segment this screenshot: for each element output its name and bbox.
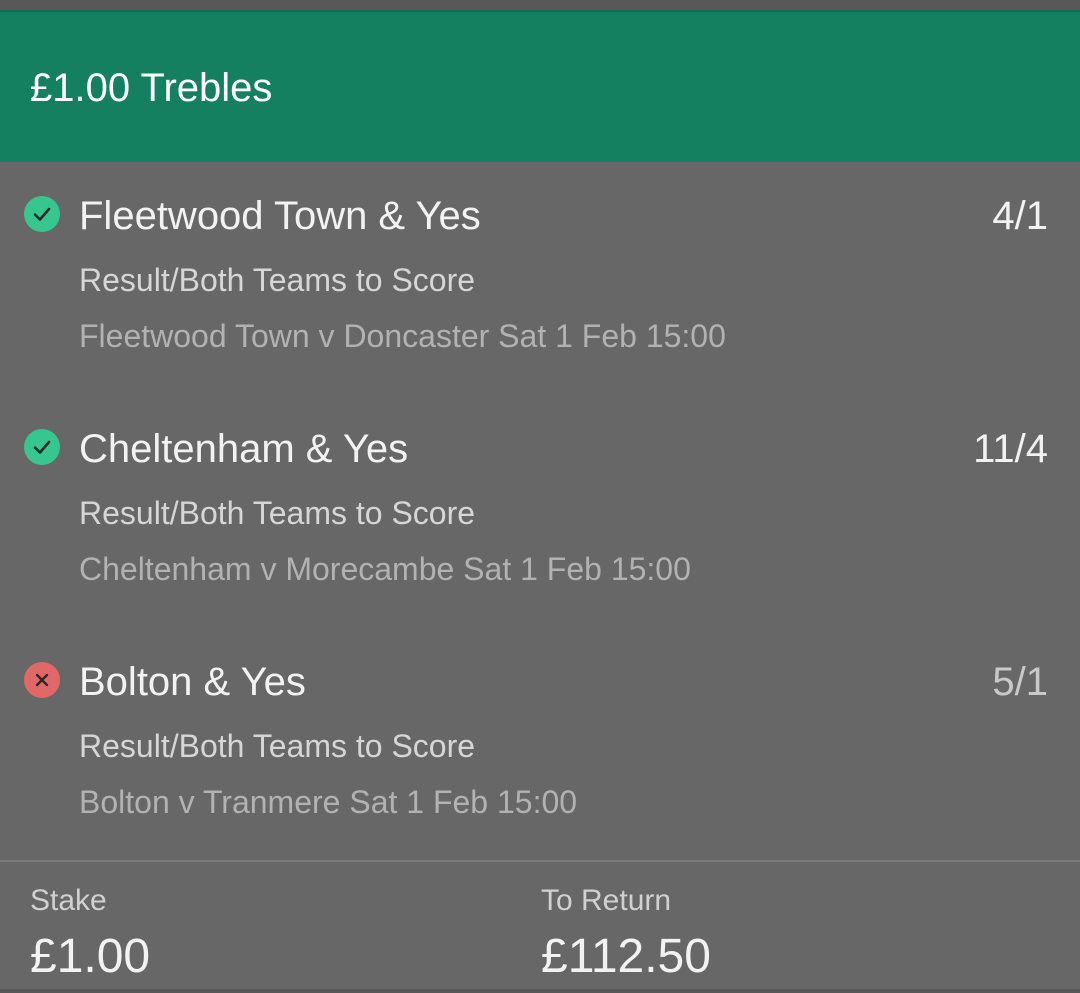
return-label: To Return xyxy=(541,884,672,917)
selection-market: Result/Both Teams to Score xyxy=(79,262,476,298)
bottom-edge xyxy=(0,989,1080,993)
selection-odds: 4/1 xyxy=(992,194,1048,238)
selection-market: Result/Both Teams to Score xyxy=(79,495,476,531)
selection-item: Cheltenham & Yes 11/4 Result/Both Teams … xyxy=(0,395,1080,595)
selection-odds: 11/4 xyxy=(973,427,1048,471)
selections-list: Fleetwood Town & Yes 4/1 Result/Both Tea… xyxy=(0,162,1080,860)
cross-icon xyxy=(24,662,60,698)
selection-item: Fleetwood Town & Yes 4/1 Result/Both Tea… xyxy=(0,162,1080,362)
bet-summary: Stake £1.00 To Return £112.50 xyxy=(0,862,1080,993)
selection-name: Fleetwood Town & Yes xyxy=(79,194,481,238)
selection-market: Result/Both Teams to Score xyxy=(79,728,476,764)
bet-title: £1.00 Trebles xyxy=(30,66,273,110)
selection-item: Bolton & Yes 5/1 Result/Both Teams to Sc… xyxy=(0,628,1080,828)
selection-name: Cheltenham & Yes xyxy=(79,427,409,471)
selection-event: Fleetwood Town v Doncaster Sat 1 Feb 15:… xyxy=(79,318,726,354)
bet-header[interactable]: £1.00 Trebles xyxy=(0,10,1080,162)
check-icon xyxy=(24,429,60,465)
top-edge xyxy=(0,0,1080,10)
stake-label: Stake xyxy=(30,884,107,917)
stake-value: £1.00 xyxy=(30,930,151,983)
selection-event: Cheltenham v Morecambe Sat 1 Feb 15:00 xyxy=(79,551,691,587)
selection-odds: 5/1 xyxy=(992,660,1048,704)
return-value: £112.50 xyxy=(541,930,711,983)
check-icon xyxy=(24,196,60,232)
selection-event: Bolton v Tranmere Sat 1 Feb 15:00 xyxy=(79,784,578,820)
selection-name: Bolton & Yes xyxy=(79,660,306,704)
